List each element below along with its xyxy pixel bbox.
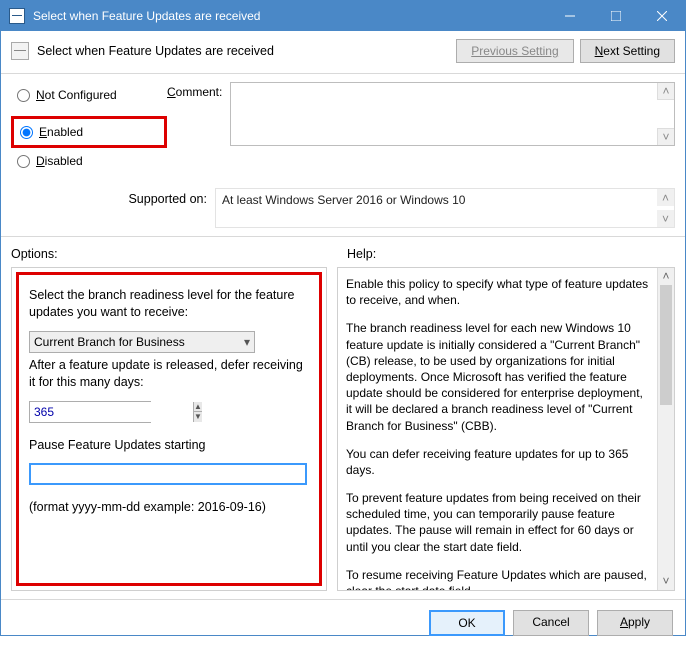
help-text: Enable this policy to specify what type … [346,276,652,308]
next-setting-button[interactable]: Next Setting [580,39,675,63]
help-text: The branch readiness level for each new … [346,320,652,433]
divider [1,236,685,237]
scrollbar[interactable]: ˄ ˅ [657,268,674,590]
defer-days-input[interactable]: ▲ ▼ [29,401,151,423]
scroll-up-icon[interactable]: ˄ [658,268,674,285]
scroll-down-icon: ˅ [657,210,674,227]
radio-enabled[interactable]: Enabled [20,125,158,139]
options-pane: Select the branch readiness level for th… [11,267,327,591]
chevron-down-icon: ▾ [244,335,250,349]
help-pane: Enable this policy to specify what type … [337,267,675,591]
options-label: Options: [11,247,327,261]
scroll-down-icon[interactable]: ˅ [658,573,674,590]
close-button[interactable] [639,1,685,31]
spinner-up-icon[interactable]: ▲ [193,402,202,413]
scrollbar-thumb[interactable] [660,285,672,405]
defer-days-field[interactable] [30,402,193,422]
previous-setting-button: Previous Setting [456,39,573,63]
spinner-down-icon[interactable]: ▼ [193,412,202,422]
pause-format-hint: (format yyyy-mm-dd example: 2016-09-16) [29,499,309,516]
supported-on-value: At least Windows Server 2016 or Windows … [215,188,675,228]
branch-readiness-select[interactable]: Current Branch for Business ▾ [29,331,255,353]
help-text: To prevent feature updates from being re… [346,490,652,555]
help-text: You can defer receiving feature updates … [346,446,652,478]
scroll-down-icon[interactable]: ˅ [657,128,674,145]
policy-icon [11,42,29,60]
comment-textarea[interactable]: ˄ ˅ [230,82,675,146]
cancel-button[interactable]: Cancel [513,610,589,636]
supported-on-label: Supported on: [11,188,215,206]
ok-button[interactable]: OK [429,610,505,636]
defer-days-label: After a feature update is released, defe… [29,357,309,391]
page-title: Select when Feature Updates are received [37,44,456,58]
options-highlight: Select the branch readiness level for th… [16,272,322,586]
radio-input[interactable] [20,126,33,139]
apply-button[interactable]: Apply [597,610,673,636]
radio-disabled[interactable]: Disabled [17,154,167,168]
divider [1,73,685,74]
radio-input[interactable] [17,89,30,102]
pause-date-input[interactable] [29,463,307,485]
policy-icon [9,8,25,24]
header-row: Select when Feature Updates are received… [1,31,685,67]
enabled-highlight: Enabled [11,116,167,148]
radio-not-configured[interactable]: Not Configured [17,88,167,102]
window-title: Select when Feature Updates are received [33,9,547,23]
branch-readiness-label: Select the branch readiness level for th… [29,287,309,321]
titlebar: Select when Feature Updates are received [1,1,685,31]
scroll-up-icon[interactable]: ˄ [657,83,674,100]
scroll-up-icon: ˄ [657,189,674,206]
radio-input[interactable] [17,155,30,168]
help-label: Help: [347,247,675,261]
maximize-button[interactable] [593,1,639,31]
pause-updates-label: Pause Feature Updates starting [29,437,309,454]
minimize-button[interactable] [547,1,593,31]
help-text: To resume receiving Feature Updates whic… [346,567,652,591]
dialog-footer: OK Cancel Apply [1,599,685,646]
